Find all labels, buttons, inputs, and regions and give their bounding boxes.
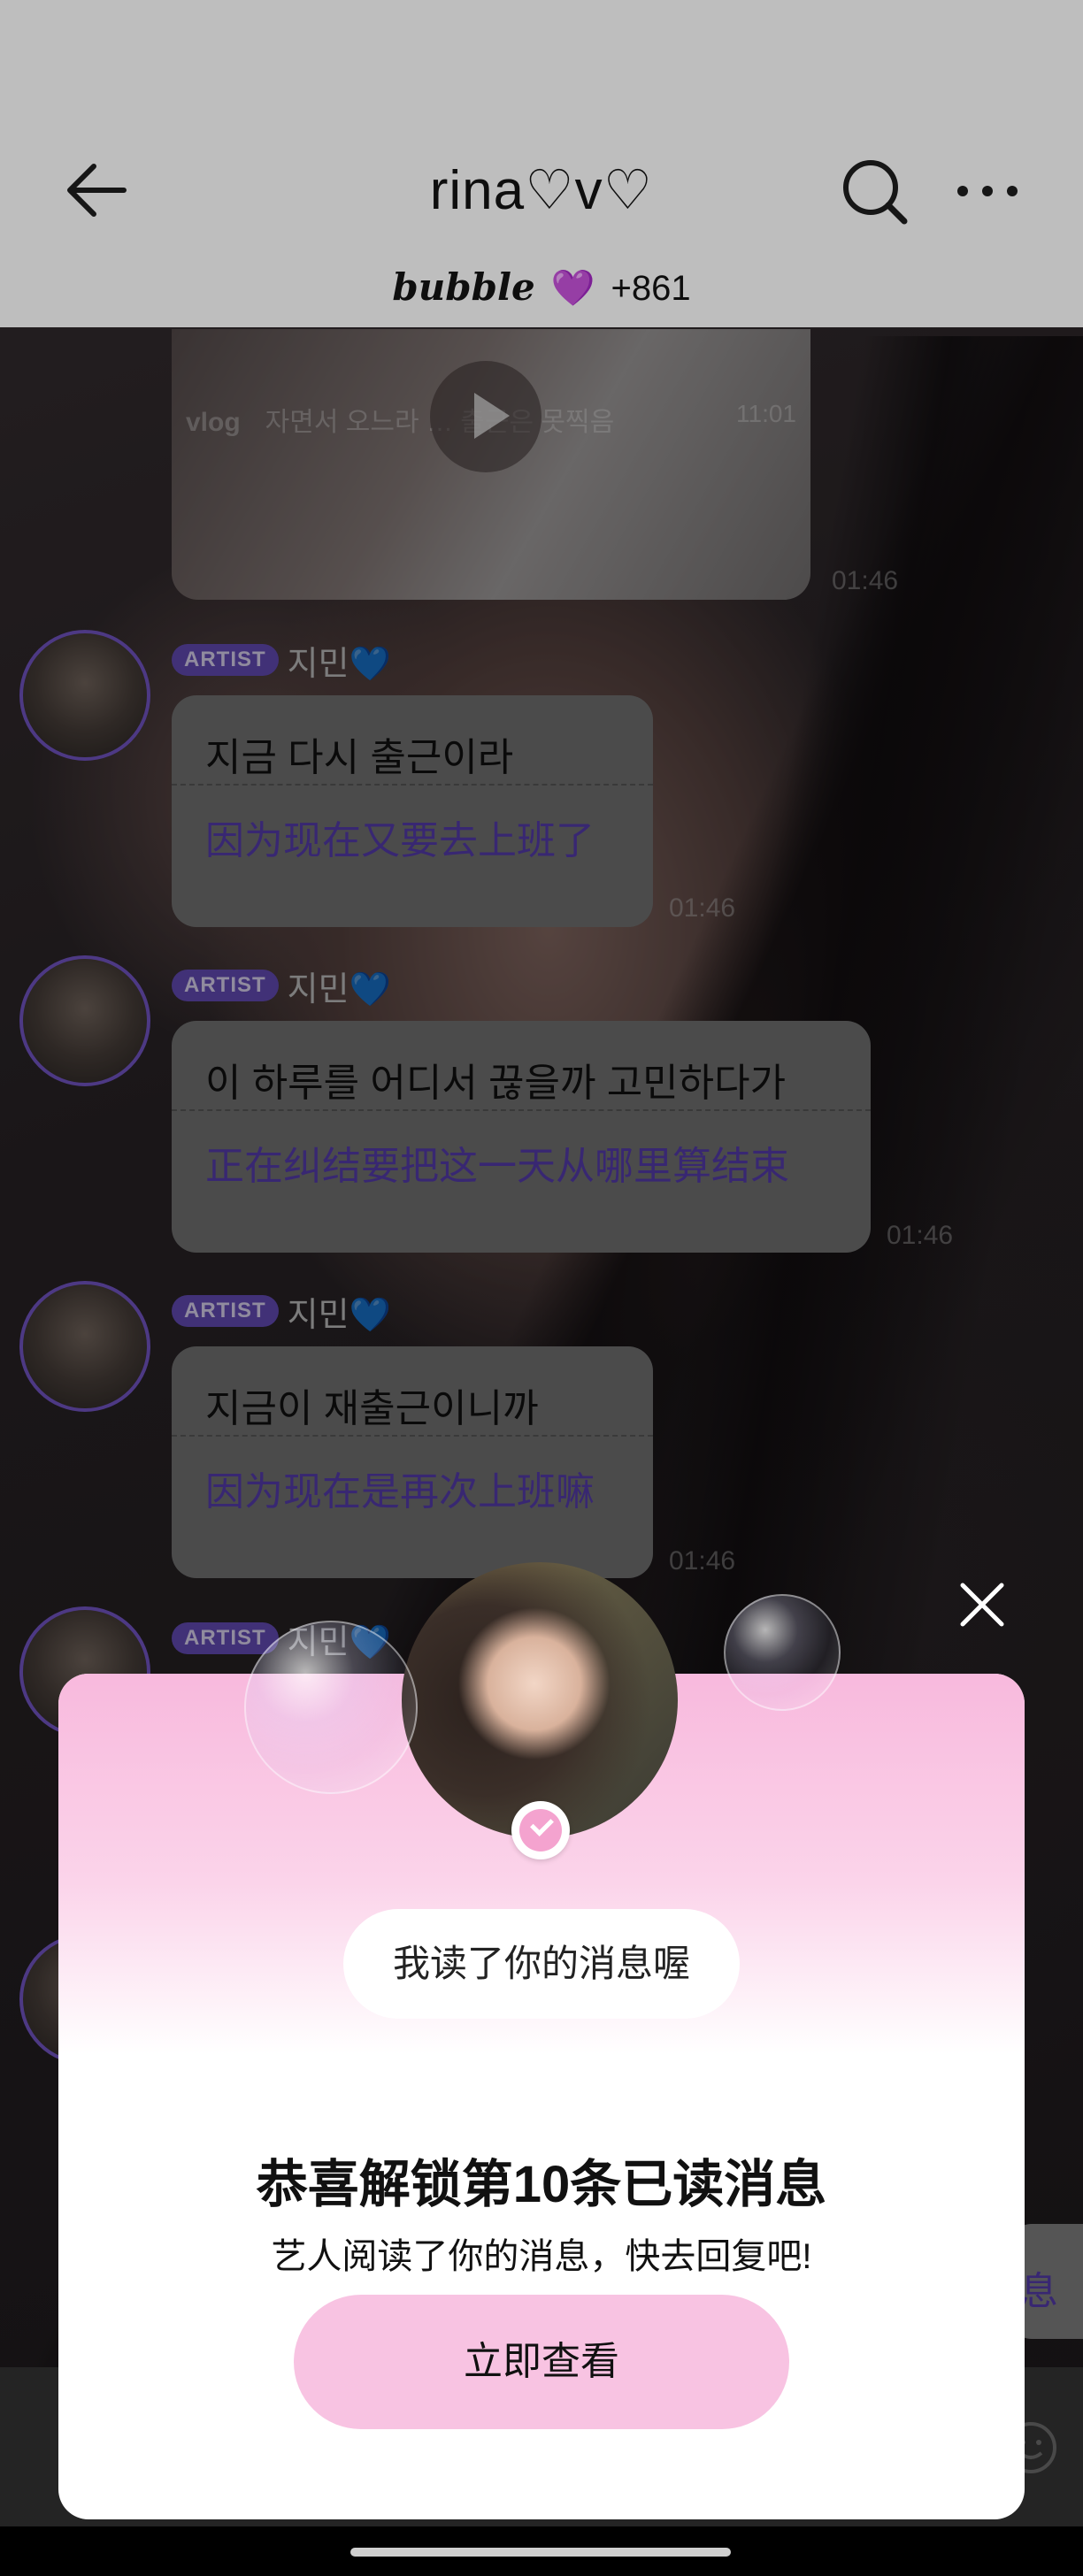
modal-subtitle: 艺人阅读了你的消息，快去回复吧!: [271, 2237, 812, 2276]
check-icon: [511, 1801, 570, 1859]
read-notice-pill: 我读了你的消息喔: [343, 1909, 740, 2019]
close-icon[interactable]: [949, 1571, 1016, 1638]
soap-bubble-decoration: [244, 1621, 418, 1794]
view-now-button[interactable]: 立即查看: [294, 2295, 789, 2429]
soap-bubble-decoration: [724, 1594, 841, 1711]
modal-title: 恭喜解锁第10条已读消息: [256, 2156, 827, 2213]
artist-profile-photo: [402, 1562, 678, 1838]
header-dim: [0, 0, 1083, 327]
home-indicator[interactable]: [350, 2548, 731, 2557]
